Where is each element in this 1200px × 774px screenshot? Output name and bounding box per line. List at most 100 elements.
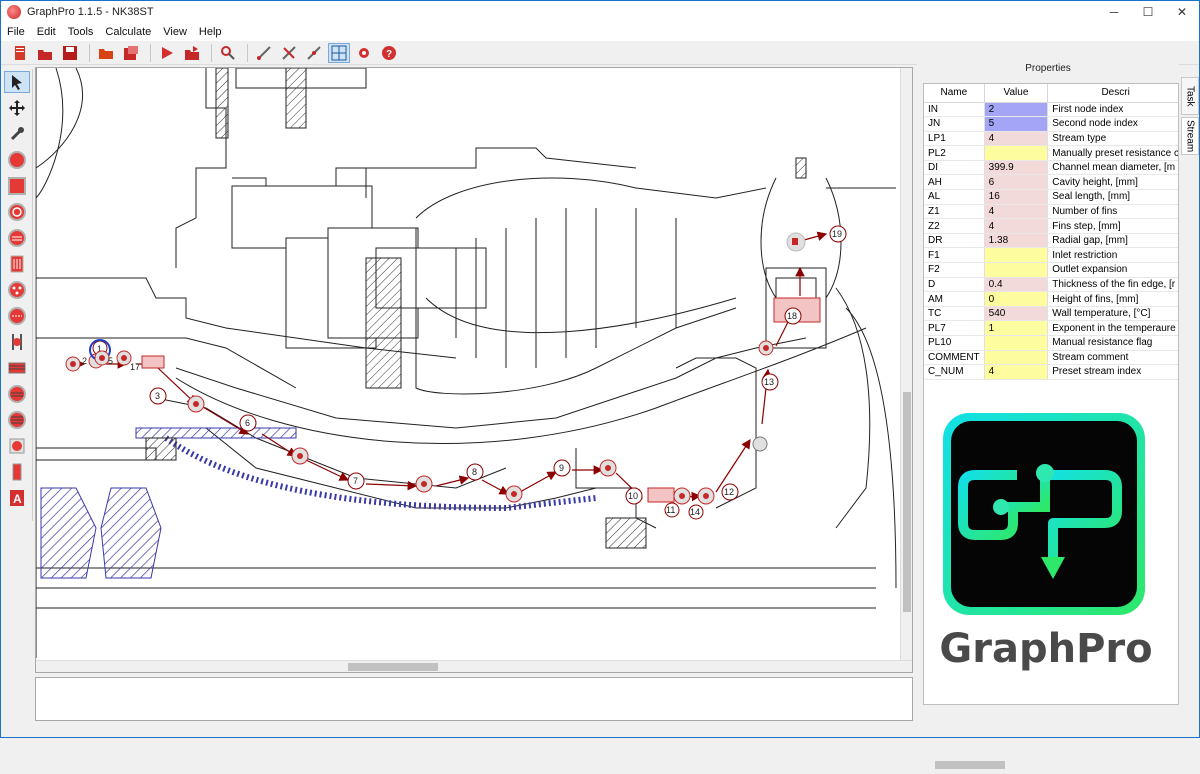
vertical-scroll-thumb[interactable] — [903, 392, 911, 612]
property-row[interactable]: JN 5 Second node index — [924, 116, 1178, 132]
menu-edit[interactable]: Edit — [31, 26, 62, 38]
property-row[interactable]: AH 6 Cavity height, [mm] — [924, 174, 1178, 191]
property-row[interactable]: DR 1.38 Radial gap, [mm] — [924, 233, 1178, 249]
run-icon[interactable] — [156, 43, 178, 63]
canvas-horizontal-scrollbar[interactable] — [36, 660, 912, 672]
menu-tools[interactable]: Tools — [62, 26, 100, 38]
property-value-field[interactable]: 2 — [984, 102, 1049, 118]
property-row[interactable]: PL10 Manual resistance flag — [924, 335, 1178, 351]
property-value-field[interactable]: 1 — [984, 320, 1049, 336]
menu-view[interactable]: View — [157, 26, 193, 38]
pick-icon[interactable] — [4, 123, 30, 145]
property-value-field[interactable]: 4 — [984, 364, 1049, 380]
cavity-icon[interactable] — [4, 383, 30, 405]
new-icon[interactable] — [9, 43, 31, 63]
property-value-field[interactable] — [984, 335, 1049, 351]
pointer-icon[interactable] — [4, 71, 30, 93]
menu-calculate[interactable]: Calculate — [99, 26, 157, 38]
open-icon[interactable] — [34, 43, 56, 63]
node-square-icon[interactable] — [4, 175, 30, 197]
node-label: 11 — [666, 505, 675, 515]
property-value-field[interactable]: 16 — [984, 189, 1049, 205]
properties-horizontal-scrollbar[interactable] — [923, 759, 1179, 771]
property-row[interactable]: F2 Outlet expansion — [924, 262, 1178, 278]
property-row[interactable]: AL 16 Seal length, [mm] — [924, 189, 1178, 205]
grid-icon[interactable] — [328, 42, 350, 63]
close-button[interactable]: ✕ — [1165, 1, 1199, 23]
column-header-name[interactable]: Name — [924, 84, 985, 103]
property-value-field[interactable] — [984, 262, 1049, 278]
property-row[interactable]: TC 540 Wall temperature, [°C] — [924, 306, 1178, 322]
node-ring-icon[interactable] — [4, 201, 30, 223]
property-row[interactable]: F1 Inlet restriction — [924, 247, 1178, 264]
property-name: TC — [924, 306, 985, 322]
property-value-field[interactable]: 399.9 — [984, 160, 1049, 176]
ribs-icon[interactable] — [4, 409, 30, 431]
property-row[interactable]: Z2 4 Fins step, [mm] — [924, 218, 1178, 234]
perforation-icon[interactable] — [4, 305, 30, 327]
property-value-field[interactable]: 540 — [984, 306, 1049, 322]
menu-file[interactable]: File — [1, 26, 31, 38]
tab-task[interactable]: Task — [1181, 77, 1199, 115]
zoom-icon[interactable] — [217, 43, 239, 63]
column-header-value[interactable]: Value — [984, 84, 1049, 103]
node-circle-icon[interactable] — [4, 149, 30, 171]
open-folder-icon[interactable] — [95, 43, 117, 63]
property-row[interactable]: DI 399.9 Channel mean diameter, [m — [924, 160, 1178, 176]
fins-icon[interactable] — [4, 357, 30, 379]
property-row[interactable]: AM 0 Height of fins, [mm] — [924, 291, 1178, 307]
horizontal-scroll-thumb[interactable] — [348, 663, 438, 671]
drawing-canvas[interactable]: 1 2 5 17 3 6 7 8 9 10 11 14 12 13 18 19 — [35, 67, 913, 673]
property-row[interactable]: Z1 4 Number of fins — [924, 204, 1178, 220]
menu-help[interactable]: Help — [193, 26, 228, 38]
move-icon[interactable] — [4, 97, 30, 119]
stream-icon[interactable] — [4, 461, 30, 483]
save-icon[interactable] — [59, 43, 81, 63]
maximize-button[interactable]: ☐ — [1131, 1, 1165, 23]
save-as-icon[interactable] — [120, 43, 142, 63]
property-value-field[interactable]: 4 — [984, 131, 1049, 147]
properties-panel: Properties Name Value Descri IN 2 First no… — [917, 63, 1179, 771]
property-row[interactable]: PL7 1 Exponent in the temperaure — [924, 320, 1178, 336]
split-edge-icon[interactable] — [303, 43, 325, 63]
property-value-field[interactable] — [984, 145, 1049, 161]
property-value-field[interactable]: 0 — [984, 291, 1049, 307]
bend-icon[interactable] — [4, 435, 30, 457]
menu-bar: File Edit Tools Calculate View Help — [1, 23, 1199, 41]
settings-icon[interactable] — [353, 43, 375, 63]
node-label: 6 — [245, 418, 250, 428]
tab-stream[interactable]: Stream — [1181, 117, 1199, 155]
property-row[interactable]: PL2 Manually preset resistance c — [924, 145, 1178, 161]
property-value-field[interactable]: 5 — [984, 116, 1049, 132]
property-row[interactable]: IN 2 First node index — [924, 102, 1178, 118]
graphpro-logo — [941, 411, 1147, 617]
text-tool-icon[interactable]: A — [4, 487, 30, 509]
property-row[interactable]: LP1 4 Stream type — [924, 131, 1178, 147]
property-value-field[interactable]: 0.4 — [984, 277, 1049, 293]
property-value-field[interactable]: 6 — [984, 174, 1049, 191]
property-row[interactable]: C_NUM 4 Preset stream index — [924, 364, 1178, 380]
minimize-button[interactable]: ─ — [1097, 1, 1131, 23]
labyrinth-icon[interactable] — [4, 227, 30, 249]
open-project-icon[interactable] — [181, 43, 203, 63]
property-value-field[interactable] — [984, 247, 1049, 264]
svg-text:?: ? — [386, 49, 392, 60]
help-icon[interactable]: ? — [378, 43, 400, 63]
property-value-field[interactable]: 4 — [984, 204, 1049, 220]
output-panel[interactable] — [35, 677, 913, 721]
orifice-icon[interactable] — [4, 279, 30, 301]
property-value-field[interactable] — [984, 350, 1049, 366]
column-header-description[interactable]: Descri — [1047, 84, 1178, 103]
property-value-field[interactable]: 4 — [984, 218, 1049, 234]
property-description: Thickness of the fin edge, [r — [1047, 277, 1178, 293]
seal-icon[interactable] — [4, 253, 30, 275]
property-name: LP1 — [924, 131, 985, 147]
remove-edge-icon[interactable] — [278, 43, 300, 63]
edge-tool-icon[interactable] — [253, 43, 275, 63]
property-row[interactable]: COMMENT Stream comment — [924, 350, 1178, 366]
canvas-vertical-scrollbar[interactable] — [900, 68, 912, 660]
engine-cross-section[interactable]: 1 2 5 17 3 6 7 8 9 10 11 14 12 13 18 19 — [36, 68, 900, 660]
property-row[interactable]: D 0.4 Thickness of the fin edge, [r — [924, 277, 1178, 293]
channel-icon[interactable] — [4, 331, 30, 353]
property-value-field[interactable]: 1.38 — [984, 233, 1049, 249]
